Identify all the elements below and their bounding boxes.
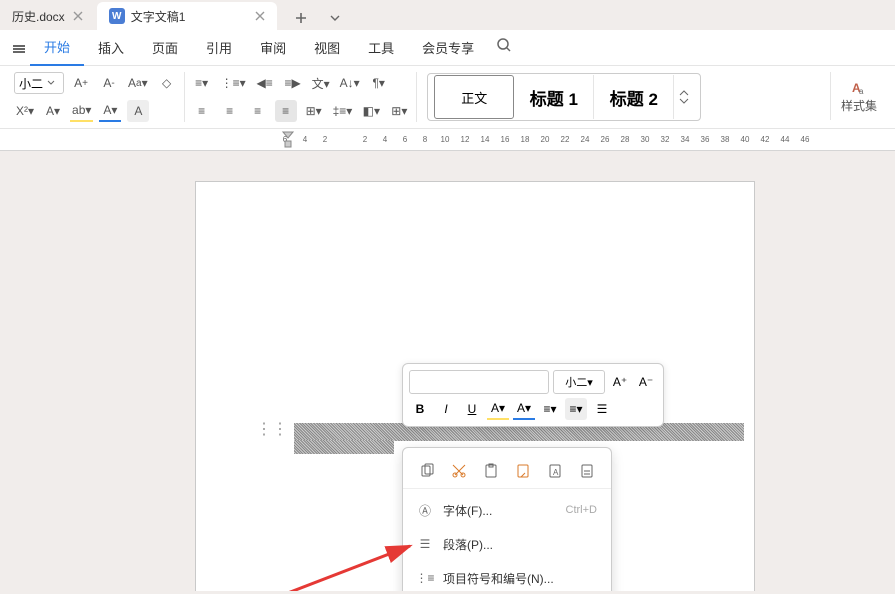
- font-dialog-icon: Ⓐ: [417, 502, 433, 518]
- new-tab-button[interactable]: [289, 6, 313, 30]
- svg-text:A: A: [553, 468, 559, 477]
- mini-more-icon[interactable]: ☰: [591, 398, 613, 420]
- font-family-input[interactable]: [409, 370, 549, 394]
- borders-icon[interactable]: ⊞▾: [388, 100, 410, 122]
- selected-text-line2[interactable]: [294, 440, 394, 454]
- ctx-paragraph[interactable]: ☰ 段落(P)...: [403, 527, 611, 561]
- document-tabs: 历史.docx W 文字文稿1: [0, 0, 895, 30]
- ctx-bullets-numbering[interactable]: ⋮≡ 项目符号和编号(N)...: [403, 561, 611, 591]
- menu-page[interactable]: 页面: [138, 30, 192, 66]
- font-size-combo[interactable]: 小二: [14, 72, 64, 94]
- tab-document-1[interactable]: W 文字文稿1: [97, 2, 278, 30]
- menu-reference[interactable]: 引用: [192, 30, 246, 66]
- tab-history-docx[interactable]: 历史.docx: [0, 2, 95, 30]
- align-left-icon[interactable]: ≡: [191, 100, 213, 122]
- mini-align-icon[interactable]: ≡▾: [565, 398, 587, 420]
- svg-text:a: a: [859, 87, 864, 96]
- mini-font-color-icon[interactable]: A▾: [513, 398, 535, 420]
- close-icon[interactable]: [73, 11, 83, 21]
- style-heading-2[interactable]: 标题 2: [594, 75, 674, 119]
- mini-font-size[interactable]: 小二 ▾: [553, 370, 605, 394]
- paragraph-dialog-icon: ☰: [417, 536, 433, 552]
- mini-bullets-icon[interactable]: ≡▾: [539, 398, 561, 420]
- mini-toolbar: 小二 ▾ A⁺ A⁻ B I U A▾ A▾ ≡▾ ≡▾ ☰: [402, 363, 664, 427]
- menu-tools[interactable]: 工具: [354, 30, 408, 66]
- word-icon: W: [109, 8, 125, 24]
- tab-label: 历史.docx: [12, 8, 65, 25]
- paragraph-group: ≡▾ ⋮≡▾ ◀≡ ≡▶ 文▾ A↓▾ ¶▾ ≡ ≡ ≡ ≡ ⊞▾ ‡≡▾ ◧▾…: [185, 72, 418, 122]
- menu-file-icon[interactable]: [8, 37, 30, 59]
- italic-icon[interactable]: I: [435, 398, 457, 420]
- context-quick-actions: A: [403, 454, 611, 489]
- paste-icon[interactable]: [481, 460, 501, 482]
- context-menu: A Ⓐ 字体(F)... Ctrl+D ☰ 段落(P)... ⋮≡ 项目符号和编…: [402, 447, 612, 591]
- cut-icon[interactable]: [449, 460, 469, 482]
- styles-more[interactable]: [674, 75, 694, 119]
- change-case-icon[interactable]: Aa▾: [126, 72, 150, 94]
- align-right-icon[interactable]: ≡: [247, 100, 269, 122]
- menu-view[interactable]: 视图: [300, 30, 354, 66]
- style-set-button[interactable]: Aa 样式集: [830, 72, 887, 120]
- text-direction-icon[interactable]: 文▾: [310, 72, 332, 94]
- numbering-icon[interactable]: ⋮≡▾: [219, 72, 248, 94]
- mini-highlight-icon[interactable]: A▾: [487, 398, 509, 420]
- tab-label: 文字文稿1: [131, 8, 186, 25]
- paste-keep-icon[interactable]: [577, 460, 597, 482]
- font-effects-icon[interactable]: A▾: [42, 100, 64, 122]
- styles-gallery: 正文 标题 1 标题 2: [427, 73, 701, 121]
- menu-review[interactable]: 审阅: [246, 30, 300, 66]
- ctx-font[interactable]: Ⓐ 字体(F)... Ctrl+D: [403, 493, 611, 527]
- increase-font-icon[interactable]: A+: [70, 72, 92, 94]
- mini-increase-font-icon[interactable]: A⁺: [609, 371, 631, 393]
- bullets-icon[interactable]: ≡▾: [191, 72, 213, 94]
- horizontal-ruler[interactable]: 6422468101214161820222426283032343638404…: [0, 129, 895, 151]
- shading-icon[interactable]: ◧▾: [360, 100, 382, 122]
- show-marks-icon[interactable]: ¶▾: [368, 72, 390, 94]
- copy-icon[interactable]: [417, 460, 437, 482]
- sort-icon[interactable]: A↓▾: [338, 72, 362, 94]
- tab-list-dropdown[interactable]: [323, 6, 347, 30]
- char-shading-icon[interactable]: A: [127, 100, 149, 122]
- bullets-dialog-icon: ⋮≡: [417, 570, 433, 586]
- bold-icon[interactable]: B: [409, 398, 431, 420]
- underline-icon[interactable]: U: [461, 398, 483, 420]
- font-color-icon[interactable]: A▾: [99, 100, 121, 122]
- menu-start[interactable]: 开始: [30, 30, 84, 66]
- menu-member[interactable]: 会员专享: [408, 30, 488, 66]
- style-body[interactable]: 正文: [434, 75, 514, 119]
- menu-insert[interactable]: 插入: [84, 30, 138, 66]
- clear-format-icon[interactable]: ◇: [156, 72, 178, 94]
- indent-marker[interactable]: [282, 131, 294, 149]
- mini-decrease-font-icon[interactable]: A⁻: [635, 371, 657, 393]
- highlight-icon[interactable]: ab▾: [70, 100, 93, 122]
- move-handle-icon[interactable]: ⋮⋮: [256, 419, 288, 439]
- paste-text-icon[interactable]: A: [545, 460, 565, 482]
- distribute-icon[interactable]: ⊞▾: [303, 100, 325, 122]
- line-spacing-icon[interactable]: ‡≡▾: [331, 100, 355, 122]
- ribbon-toolbar: 小二 A+ A- Aa▾ ◇ X²▾ A▾ ab▾ A▾ A ≡▾ ⋮≡▾ ◀≡…: [0, 66, 895, 129]
- close-icon[interactable]: [255, 11, 265, 21]
- search-icon[interactable]: [496, 37, 512, 58]
- increase-indent-icon[interactable]: ≡▶: [282, 72, 304, 94]
- main-menu: 开始 插入 页面 引用 审阅 视图 工具 会员专享: [0, 30, 895, 66]
- decrease-font-icon[interactable]: A-: [98, 72, 120, 94]
- document-canvas: ⋮⋮ 小二 ▾ A⁺ A⁻ B I U A▾ A▾ ≡▾ ≡▾ ☰ A: [0, 151, 895, 591]
- style-heading-1[interactable]: 标题 1: [514, 75, 594, 119]
- superscript-icon[interactable]: X²▾: [14, 100, 36, 122]
- font-group: 小二 A+ A- Aa▾ ◇ X²▾ A▾ ab▾ A▾ A: [8, 72, 185, 122]
- paste-special-icon[interactable]: [513, 460, 533, 482]
- align-justify-icon[interactable]: ≡: [275, 100, 297, 122]
- decrease-indent-icon[interactable]: ◀≡: [254, 72, 276, 94]
- align-center-icon[interactable]: ≡: [219, 100, 241, 122]
